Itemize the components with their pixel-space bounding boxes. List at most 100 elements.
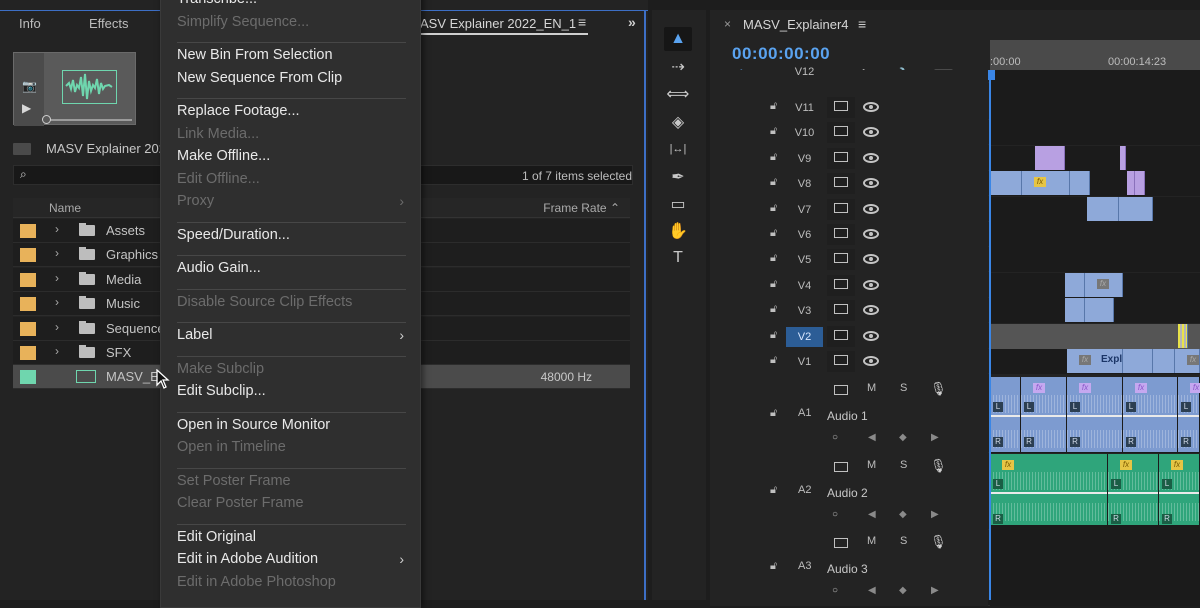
track-name[interactable]: V9 [786, 149, 823, 169]
lock-icon[interactable]: 🔓︎ [770, 227, 777, 240]
sync-lock-icon[interactable] [834, 304, 848, 315]
audio-clip[interactable]: L Rfx [1159, 453, 1199, 525]
track-name[interactable]: V12 [786, 65, 823, 79]
track-lane[interactable] [990, 70, 1200, 95]
sync-lock-icon[interactable] [834, 151, 848, 162]
lock-icon[interactable]: 🔓︎ [770, 407, 777, 420]
track-name[interactable]: V5 [786, 250, 823, 270]
video-clip[interactable]: fx [1175, 349, 1200, 373]
previous-keyframe-icon[interactable]: ◀ [868, 585, 876, 596]
menu-item-replace-footage[interactable]: Replace Footage... [177, 103, 300, 119]
menu-item-speed-duration[interactable]: Speed/Duration... [177, 227, 290, 243]
lock-icon[interactable]: 🔓︎ [770, 354, 777, 367]
lock-icon[interactable]: 🔓︎ [770, 202, 777, 215]
next-keyframe-icon[interactable]: ▶ [931, 509, 939, 520]
hand-tool-icon[interactable]: ✋ [664, 219, 692, 243]
playhead-line[interactable] [989, 80, 991, 600]
sync-lock-icon[interactable] [834, 329, 848, 340]
menu-item-edit-in-adobe-audition[interactable]: Edit in Adobe Audition [177, 551, 318, 567]
column-header-name[interactable]: Name [49, 201, 81, 215]
keyframe-menu-icon[interactable]: ○ [832, 509, 838, 520]
sync-lock-icon[interactable] [834, 228, 848, 238]
expand-chevron-icon[interactable]: › [55, 295, 59, 309]
track-select-tool-icon[interactable]: ⇢ [664, 55, 692, 79]
track-name[interactable]: V7 [786, 200, 823, 220]
solo-button[interactable]: S [900, 535, 907, 547]
menu-item-new-bin-from-selection[interactable]: New Bin From Selection [177, 47, 333, 63]
mute-button[interactable]: M [867, 535, 876, 547]
audio-clip[interactable]: L Rfx [990, 453, 1107, 525]
timecode-display[interactable]: 00:00:00:00 [732, 44, 830, 64]
video-clip[interactable] [1070, 171, 1090, 196]
thumbnail-scrubber-track[interactable] [46, 119, 132, 121]
lock-icon[interactable]: 🔓︎ [770, 329, 777, 342]
video-clip[interactable] [1153, 349, 1175, 373]
timeline-menu-icon[interactable]: ≡ [858, 16, 866, 32]
lock-icon[interactable]: 🔓︎ [770, 125, 777, 138]
lock-icon[interactable]: 🔓︎ [770, 252, 777, 265]
toggle-output-eye-icon[interactable] [863, 356, 879, 366]
sync-lock-icon[interactable] [834, 385, 848, 395]
solo-button[interactable]: S [900, 382, 907, 394]
video-clip[interactable] [1119, 196, 1153, 221]
video-clip[interactable] [1085, 298, 1114, 323]
track-name[interactable]: V11 [786, 98, 823, 118]
audio-clip[interactable]: LR [990, 377, 1020, 452]
menu-item-audio-gain[interactable]: Audio Gain... [177, 260, 261, 276]
video-clip[interactable] [1127, 171, 1135, 196]
toggle-output-eye-icon[interactable] [863, 203, 879, 214]
sync-lock-icon[interactable] [834, 101, 848, 111]
audio-clip[interactable]: L Rfx [1123, 377, 1177, 452]
type-tool-icon[interactable]: T [664, 246, 692, 270]
tab-sequence[interactable]: ASV Explainer 2022_EN_1 [420, 16, 576, 31]
track-name[interactable]: V8 [786, 174, 823, 194]
sync-lock-icon[interactable] [834, 177, 848, 188]
panel-menu-icon[interactable]: ≡ [578, 14, 586, 30]
sync-lock-icon[interactable] [834, 538, 848, 548]
keyframe-menu-icon[interactable]: ○ [832, 585, 838, 596]
add-keyframe-icon[interactable]: ◆ [899, 432, 907, 443]
sync-lock-icon[interactable] [834, 278, 848, 289]
mute-button[interactable]: M [867, 459, 876, 471]
rectangle-tool-icon[interactable]: ▭ [664, 192, 692, 216]
lock-icon[interactable]: 🔓︎ [770, 303, 777, 316]
track-lane[interactable] [990, 95, 1200, 120]
lock-icon[interactable]: 🔓︎ [770, 151, 777, 164]
voice-over-mic-icon[interactable]: 🎙︎ [930, 381, 947, 397]
sync-lock-icon[interactable] [834, 126, 848, 137]
sync-lock-icon[interactable] [834, 461, 848, 472]
track-name[interactable]: V1 [786, 352, 823, 372]
audio-clip[interactable]: L Rfx [1067, 377, 1122, 452]
pen-tool-icon[interactable]: ✒ [664, 165, 692, 189]
menu-item-label[interactable]: Label [177, 327, 212, 343]
label-color-swatch[interactable] [20, 224, 36, 238]
toggle-output-eye-icon[interactable] [863, 152, 879, 163]
menu-item-open-in-source-monitor[interactable]: Open in Source Monitor [177, 417, 330, 433]
label-color-swatch[interactable] [20, 297, 36, 312]
menu-item-new-sequence-from-clip[interactable]: New Sequence From Clip [177, 70, 342, 86]
toggle-output-eye-icon[interactable] [863, 102, 879, 112]
expand-chevron-icon[interactable]: › [55, 271, 59, 285]
video-clip[interactable]: fx Expl [1067, 349, 1123, 373]
video-clip[interactable] [1178, 323, 1188, 348]
video-clip[interactable] [1123, 349, 1153, 373]
video-clip[interactable]: fx [1022, 171, 1070, 196]
menu-item-edit-original[interactable]: Edit Original [177, 529, 256, 545]
sync-lock-icon[interactable] [834, 253, 848, 264]
track-lane[interactable] [990, 120, 1200, 146]
lock-icon[interactable]: 🔓︎ [770, 278, 777, 291]
voice-over-mic-icon[interactable]: 🎙︎ [930, 458, 947, 474]
track-id[interactable]: A2 [798, 484, 811, 496]
toggle-output-eye-icon[interactable] [863, 279, 879, 290]
label-color-swatch[interactable] [20, 346, 36, 360]
toggle-output-eye-icon[interactable] [863, 330, 879, 341]
lock-icon[interactable]: 🔓︎ [770, 176, 777, 189]
slip-tool-icon[interactable]: |↔| [664, 137, 692, 161]
audio-clip[interactable]: L Rfx [1108, 453, 1158, 525]
track-name[interactable]: V2 [786, 326, 823, 347]
audio-clip[interactable]: L Rfx [1178, 377, 1200, 452]
label-color-swatch[interactable] [20, 272, 36, 287]
next-keyframe-icon[interactable]: ▶ [931, 585, 939, 596]
audio-clip[interactable]: L Rfx [1021, 377, 1066, 452]
video-clip[interactable] [1035, 145, 1065, 170]
